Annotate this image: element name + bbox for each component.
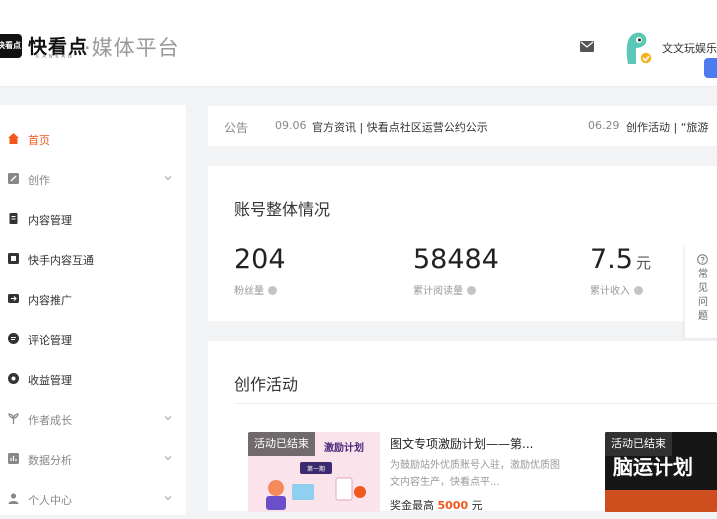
top-header: 快看点 快看点 KANKAN ·媒体平台 文文玩娱乐 bbox=[0, 0, 717, 87]
sidebar-item-create[interactable]: 创作 bbox=[0, 159, 186, 199]
sidebar-item-label: 创作 bbox=[28, 174, 50, 187]
edit-icon bbox=[8, 173, 19, 184]
sidebar-item-kuaishou-sync[interactable]: 快手内容互通 bbox=[0, 239, 186, 279]
account-overview-title: 账号整体情况 bbox=[234, 200, 331, 219]
help-icon[interactable] bbox=[467, 286, 476, 295]
document-icon bbox=[9, 213, 18, 224]
activity-reward: 奖金最高 5000 元 bbox=[390, 499, 483, 512]
announcement-label: 公告 bbox=[224, 121, 249, 135]
poster-title: 脑运计划 bbox=[613, 455, 693, 479]
activity-ended-badge: 活动已结束 bbox=[605, 432, 672, 456]
sidebar-item-label: 收益管理 bbox=[28, 374, 72, 387]
followers-value: 204 bbox=[234, 244, 286, 275]
chevron-down-icon bbox=[164, 416, 172, 421]
activity-thumbnail[interactable]: 激励计划 第一期 活动已结束 bbox=[248, 432, 380, 512]
sync-icon bbox=[8, 253, 19, 264]
followers-label: 粉丝量 bbox=[234, 282, 277, 297]
brand-subtitle: KANKAN bbox=[36, 54, 75, 60]
sidebar-item-content-manage[interactable]: 内容管理 bbox=[0, 199, 186, 239]
total-reads-value: 58484 bbox=[413, 244, 499, 275]
divider bbox=[234, 403, 717, 404]
help-icon[interactable] bbox=[268, 286, 277, 295]
sidebar-item-comments[interactable]: 评论管理 bbox=[0, 319, 186, 359]
sidebar-item-home[interactable]: 首页 bbox=[0, 119, 186, 159]
chevron-down-icon bbox=[164, 456, 172, 461]
poster-subtitle: 第一期 bbox=[307, 465, 325, 473]
sidebar-item-label: 个人中心 bbox=[28, 494, 72, 507]
mail-icon[interactable] bbox=[580, 41, 594, 52]
sidebar-item-label: 数据分析 bbox=[28, 454, 72, 467]
sidebar-item-label: 内容推广 bbox=[28, 294, 72, 307]
user-name[interactable]: 文文玩娱乐 bbox=[662, 40, 717, 56]
chevron-down-icon bbox=[164, 176, 172, 181]
sidebar-item-analytics[interactable]: 数据分析 bbox=[0, 439, 186, 479]
comment-icon bbox=[8, 333, 19, 344]
sidebar: 首页 创作 内容管理 快手内容互通 内容推广 评论管理 收益管理 作者成长 数据… bbox=[0, 105, 186, 515]
user-icon bbox=[8, 493, 19, 504]
activity-ended-badge: 活动已结束 bbox=[248, 432, 315, 456]
total-income-value: 7.5 元 bbox=[590, 244, 651, 275]
sidebar-item-label: 作者成长 bbox=[28, 414, 72, 427]
creation-activities-card: 创作活动 激励计划 第一期 活动已结束 图文专项激励计划——第... 为鼓励站外… bbox=[208, 341, 717, 512]
logo-mark[interactable]: 快看点 bbox=[0, 34, 22, 58]
sidebar-item-label: 评论管理 bbox=[28, 334, 72, 347]
sidebar-item-label: 首页 bbox=[28, 134, 50, 147]
sidebar-item-promotion[interactable]: 内容推广 bbox=[0, 279, 186, 319]
coin-icon bbox=[8, 373, 19, 384]
activity-description: 为鼓励站外优质账号入驻，激励优质图文内容生产，快看点平... bbox=[390, 460, 560, 488]
announcement-link[interactable]: 官方资讯 | 快看点社区运营公约公示 bbox=[312, 119, 488, 135]
account-overview-card: 账号整体情况 204 粉丝量 58484 累计阅读量 7.5 元 累计收入 bbox=[208, 166, 717, 321]
avatar[interactable] bbox=[624, 30, 654, 66]
announcement-bar: 公告 09.06 官方资讯 | 快看点社区运营公约公示 06.29 创作活动 |… bbox=[208, 106, 717, 146]
activities-title: 创作活动 bbox=[234, 375, 299, 394]
announcement-date: 06.29 bbox=[588, 119, 620, 132]
sidebar-item-earnings[interactable]: 收益管理 bbox=[0, 359, 186, 399]
growth-icon bbox=[8, 413, 19, 424]
sidebar-item-label: 快手内容互通 bbox=[28, 254, 94, 267]
chevron-down-icon bbox=[164, 496, 172, 501]
sidebar-item-growth[interactable]: 作者成长 bbox=[0, 399, 186, 439]
side-tab-icon[interactable] bbox=[704, 58, 717, 78]
home-icon bbox=[8, 133, 19, 144]
platform-title: ·媒体平台 bbox=[84, 36, 180, 60]
help-icon[interactable] bbox=[634, 286, 643, 295]
activity-title[interactable]: 图文专项激励计划——第... bbox=[390, 435, 533, 452]
announcement-link[interactable]: 创作活动 | “旅游 bbox=[626, 119, 708, 135]
sidebar-item-label: 内容管理 bbox=[28, 214, 72, 227]
activity-thumbnail[interactable]: 脑运计划 活动已结束 bbox=[605, 432, 717, 512]
faq-float-button[interactable]: 常见问题 bbox=[684, 246, 717, 338]
promote-icon bbox=[8, 294, 19, 303]
poster-title: 激励计划 bbox=[324, 441, 364, 454]
sidebar-item-profile[interactable]: 个人中心 bbox=[0, 479, 186, 519]
announcement-date: 09.06 bbox=[275, 119, 307, 132]
faq-label: 常见问题 bbox=[698, 269, 708, 322]
total-income-label: 累计收入 bbox=[590, 282, 643, 297]
question-icon bbox=[697, 254, 708, 265]
total-reads-label: 累计阅读量 bbox=[413, 282, 476, 297]
chart-icon bbox=[8, 453, 19, 464]
